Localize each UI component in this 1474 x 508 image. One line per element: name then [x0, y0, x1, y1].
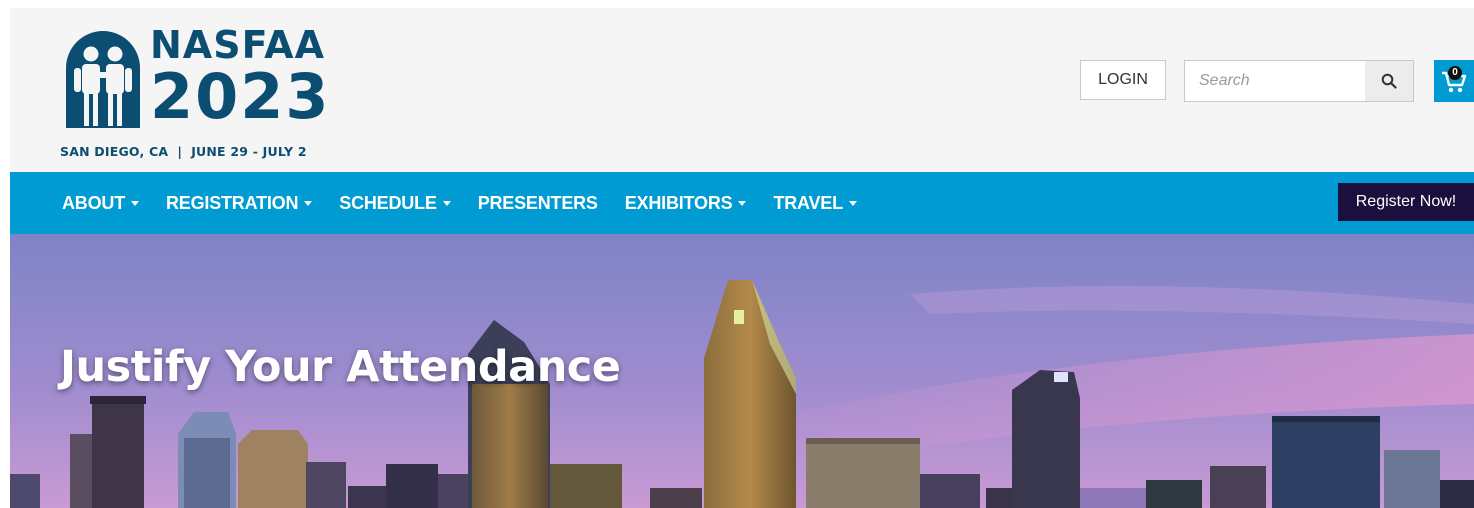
nav-item-travel[interactable]: TRAVEL: [773, 192, 857, 214]
logo-wordmark: NASFAA: [150, 23, 325, 67]
logo-year: 2023: [150, 60, 331, 133]
hero-title: Justify Your Attendance: [60, 342, 621, 392]
cart-button[interactable]: 0: [1434, 60, 1474, 102]
nav-list: ABOUT REGISTRATION SCHEDULE PRESENTERS EXHIB…: [62, 172, 884, 234]
search-box: [1184, 60, 1414, 102]
search-button[interactable]: [1365, 61, 1413, 101]
nav-item-schedule[interactable]: SCHEDULE: [339, 192, 451, 214]
nav-item-registration[interactable]: REGISTRATION: [166, 192, 313, 214]
caret-down-icon: [738, 200, 747, 206]
nav-item-about[interactable]: ABOUT: [62, 193, 139, 214]
site-header: NASFAA 2023 SAN DIEGO, CA | JUNE 29 - JU…: [10, 8, 1474, 172]
hero-banner: Justify Your Attendance: [10, 234, 1474, 508]
nav-item-label: TRAVEL: [773, 192, 843, 213]
caret-down-icon: [131, 200, 139, 206]
nav-item-exhibitors[interactable]: EXHIBITORS: [625, 193, 747, 214]
nasfaa-logo[interactable]: NASFAA 2023 SAN DIEGO, CA | JUNE 29 - JU…: [60, 22, 330, 162]
nav-item-label: REGISTRATION: [166, 192, 299, 213]
register-now-button[interactable]: Register Now!: [1338, 183, 1474, 221]
logo-tagline: SAN DIEGO, CA | JUNE 29 - JULY 2: [60, 144, 307, 159]
nav-item-label: PRESENTERS: [477, 192, 598, 213]
login-button[interactable]: LOGIN: [1080, 60, 1166, 100]
caret-down-icon: [442, 200, 451, 206]
page-frame: NASFAA 2023 SAN DIEGO, CA | JUNE 29 - JU…: [10, 8, 1474, 508]
search-input[interactable]: [1185, 61, 1365, 101]
cart-count-badge: 0: [1448, 66, 1462, 80]
caret-down-icon: [848, 200, 857, 206]
main-nav: ABOUT REGISTRATION SCHEDULE PRESENTERS EXHIB…: [10, 172, 1474, 234]
nav-item-presenters[interactable]: PRESENTERS: [478, 193, 598, 214]
people-logo-icon: [66, 31, 140, 128]
search-icon: [1381, 73, 1397, 89]
caret-down-icon: [304, 200, 313, 206]
nav-item-label: EXHIBITORS: [624, 192, 733, 213]
nav-item-label: ABOUT: [62, 192, 125, 213]
nav-item-label: SCHEDULE: [339, 192, 437, 213]
